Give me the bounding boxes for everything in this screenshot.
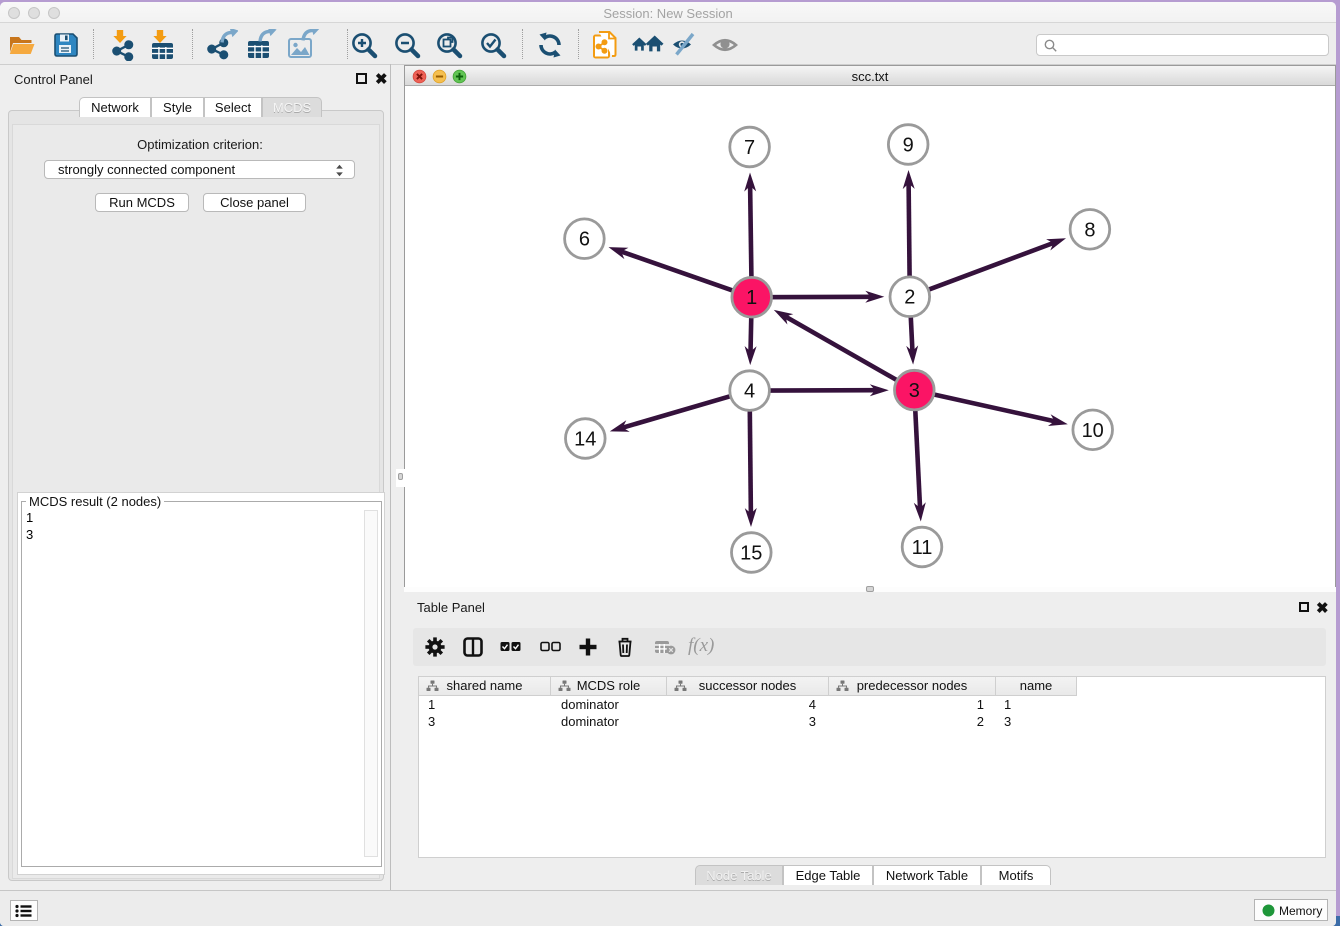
svg-text:7: 7 (744, 137, 755, 159)
svg-text:8: 8 (1084, 219, 1095, 241)
svg-text:1: 1 (746, 287, 757, 309)
svg-text:3: 3 (909, 380, 920, 402)
svg-text:9: 9 (903, 135, 914, 157)
svg-text:2: 2 (904, 287, 915, 309)
svg-text:11: 11 (912, 537, 933, 559)
svg-text:10: 10 (1082, 420, 1104, 442)
svg-text:6: 6 (579, 229, 590, 251)
svg-text:15: 15 (740, 543, 762, 565)
svg-text:14: 14 (574, 429, 596, 451)
svg-text:4: 4 (744, 381, 755, 403)
